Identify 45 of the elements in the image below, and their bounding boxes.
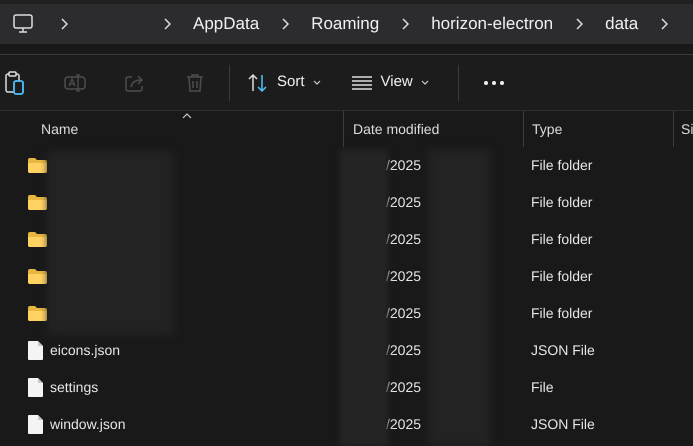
chevron-icon — [60, 18, 68, 30]
date-cell: /2025 — [386, 231, 422, 247]
type-cell: JSON File — [531, 416, 595, 432]
date-cell: /2025 — [386, 379, 422, 395]
chevron-icon — [660, 18, 668, 30]
list-icon — [350, 74, 373, 90]
ellipsis-icon — [484, 80, 504, 84]
computer-icon[interactable] — [12, 14, 34, 34]
rename-icon — [64, 72, 86, 92]
sort-button[interactable]: Sort — [234, 62, 334, 102]
column-header[interactable]: Type — [523, 111, 673, 147]
type-cell: File folder — [531, 305, 592, 321]
column-header[interactable]: Si — [673, 111, 693, 147]
column-header[interactable]: Name — [0, 111, 343, 147]
breadcrumb-item[interactable]: horizon-electron — [431, 11, 554, 37]
date-cell: /2025 — [386, 268, 422, 284]
type-cell: File folder — [531, 231, 592, 247]
chevron-icon — [163, 18, 171, 30]
share-icon — [124, 72, 146, 92]
date-cell: /2025 — [386, 342, 422, 358]
trash-icon — [186, 72, 204, 92]
date-cell: /2025 — [386, 194, 422, 210]
date-cell: /2025 — [386, 305, 422, 321]
type-cell: File folder — [531, 157, 592, 173]
view-button[interactable]: View — [338, 62, 442, 102]
date-cell: /2025 — [386, 416, 422, 432]
type-cell: File folder — [531, 194, 592, 210]
chevron-icon — [575, 18, 584, 30]
sort-icon — [247, 72, 269, 92]
column-header[interactable]: Date modified — [343, 111, 523, 147]
chevron-icon — [401, 18, 410, 30]
caret-icon — [420, 80, 429, 86]
breadcrumb-item[interactable]: data — [605, 11, 638, 37]
file-name[interactable]: window.json — [50, 414, 126, 435]
type-cell: File folder — [531, 268, 592, 284]
date-cell: /2025 — [386, 157, 422, 173]
clipboard-icon — [5, 70, 25, 94]
breadcrumb-item[interactable]: Roaming — [311, 11, 380, 37]
type-cell: File — [531, 379, 554, 395]
breadcrumb-item[interactable]: AppData — [193, 11, 260, 37]
file-name[interactable]: settings — [50, 377, 98, 398]
type-cell: JSON File — [531, 342, 595, 358]
file-name[interactable]: eicons.json — [50, 340, 120, 361]
chevron-icon — [281, 18, 290, 30]
caret-icon — [312, 80, 321, 86]
